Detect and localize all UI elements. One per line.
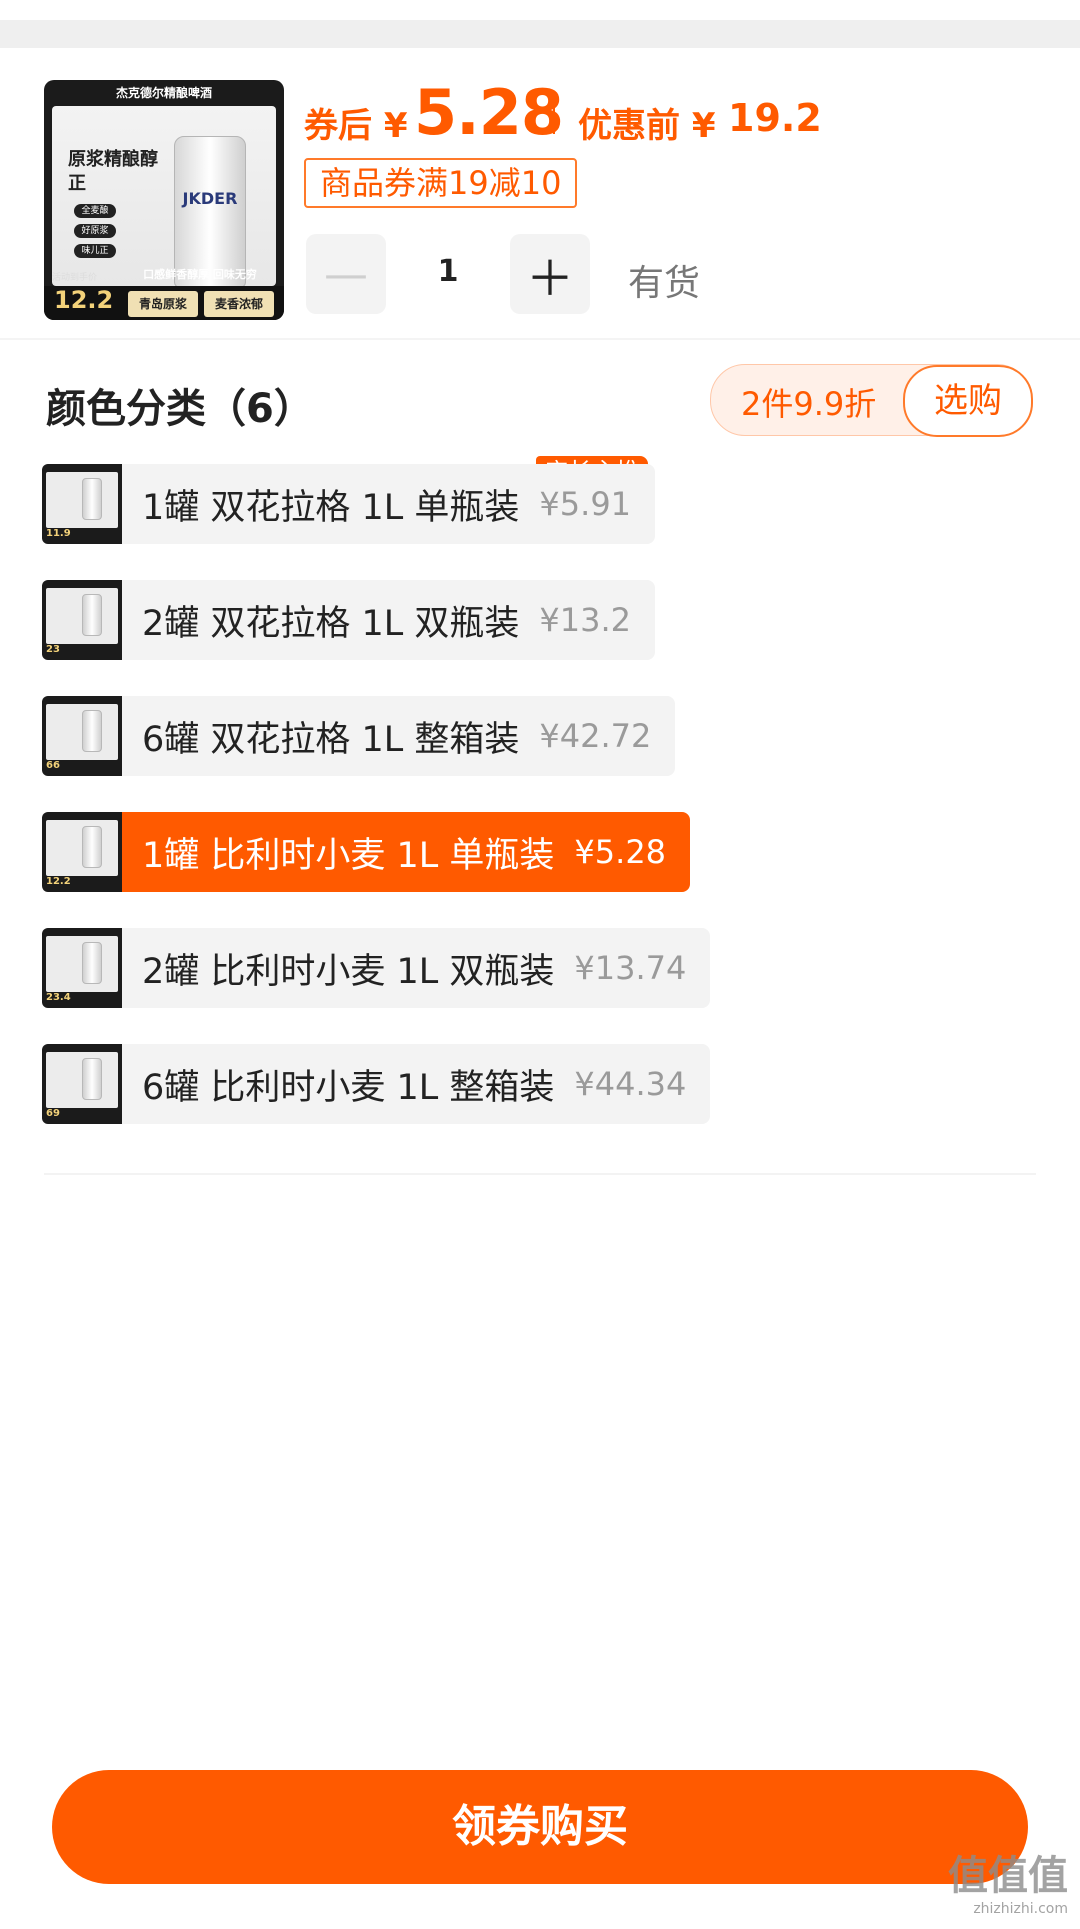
watermark-main: 值值值 [948,1853,1068,1899]
plus-icon: ＋ [525,251,574,307]
option-thumbnail: 11.9 [42,464,122,544]
option-thumb-price: 11.9 [46,528,71,539]
top-bar [0,20,1080,48]
can-label: JKDER [182,189,238,208]
option-item[interactable]: 66 6罐 双花拉格 1L 整箱装 ¥42.72 [42,696,676,776]
option-label: 2罐 双花拉格 1L 双瓶装 [142,603,520,644]
product-thumbnail: 杰克德尔精酿啤酒 原浆精酿醇正 全麦酿 好原浆 味儿正 JKDER 口感鲜香醇厚… [44,80,284,320]
divider-bottom [44,1173,1036,1175]
watermark-sub: zhizhizhi.com [973,1901,1068,1917]
divider [0,338,1080,340]
option-item-selected[interactable]: 12.2 1罐 比利时小麦 1L 单瓶装 ¥5.28 [42,812,691,892]
option-price: ¥5.91 [539,485,632,523]
coupon-tag: 商品券满19减10 [304,158,578,208]
option-thumbnail: 23 [42,580,122,660]
buy-with-coupon-button[interactable]: 领券购买 [52,1770,1028,1884]
thumbnail-tag-right: 麦香浓郁 [204,291,274,317]
option-label: 1罐 比利时小麦 1L 单瓶装 [142,835,555,876]
price-after-label: 券后 ¥ [304,106,408,146]
beer-can-icon [82,942,102,984]
quantity-plus-button[interactable]: ＋ [510,234,590,314]
option-thumb-price: 12.2 [46,876,71,887]
thumbnail-price: 12.2 [54,286,114,314]
price-before-value: 19.2 [728,96,822,140]
beer-can-icon [82,710,102,752]
option-item[interactable]: 23.4 2罐 比利时小麦 1L 双瓶装 ¥13.74 [42,928,711,1008]
thumbnail-slogan: 口感鲜香醇厚 回味无穷 [143,268,257,281]
thumbnail-chip: 好原浆 [74,224,116,238]
beer-can-icon [82,594,102,636]
price-before-label: 优惠前 ¥ [578,106,716,146]
option-price: ¥5.28 [574,833,667,871]
option-price: ¥42.72 [539,717,652,755]
option-label: 6罐 双花拉格 1L 整箱装 [142,719,520,760]
option-item[interactable]: 11.9 1罐 双花拉格 1L 单瓶装 ¥5.91 [42,464,656,544]
option-price: ¥13.74 [574,949,687,987]
option-label: 6罐 比利时小麦 1L 整箱装 [142,1067,555,1108]
quantity-minus-button[interactable]: — [306,234,386,314]
thumbnail-price-label: 活动到手价 [52,273,98,283]
stock-status: 有货 [628,263,701,304]
promo-box: 2件9.9折 选购 [710,364,1033,437]
option-thumbnail: 12.2 [42,812,122,892]
thumbnail-chip: 味儿正 [74,244,116,258]
option-item[interactable]: 23 2罐 双花拉格 1L 双瓶装 ¥13.2 [42,580,656,660]
option-thumbnail: 66 [42,696,122,776]
option-thumbnail: 23.4 [42,928,122,1008]
option-label: 2罐 比利时小麦 1L 双瓶装 [142,951,555,992]
option-thumb-price: 66 [46,760,60,771]
top-strip [0,0,1080,20]
option-item[interactable]: 69 6罐 比利时小麦 1L 整箱装 ¥44.34 [42,1044,711,1124]
promo-text: 2件9.9折 [741,385,877,423]
option-thumb-price: 69 [46,1108,60,1119]
option-price: ¥44.34 [574,1065,687,1103]
option-thumb-price: 23 [46,644,60,655]
beer-can-icon [82,1058,102,1100]
section-title: 颜色分类（6） [46,386,314,432]
thumbnail-chip: 全麦酿 [74,204,116,218]
option-price: ¥13.2 [539,601,632,639]
option-thumbnail: 69 [42,1044,122,1124]
thumbnail-brand: 杰克德尔精酿啤酒 [115,86,212,100]
beer-can-icon [82,826,102,868]
promo-buy-button[interactable]: 选购 [903,365,1033,437]
thumbnail-tag-left: 青岛原浆 [128,291,198,317]
thumbnail-left-text: 原浆精酿醇正 [68,149,158,194]
price-separator [553,104,555,134]
quantity-value: 1 [437,254,459,289]
option-thumb-price: 23.4 [46,992,71,1003]
thumbnail-inner: 原浆精酿醇正 全麦酿 好原浆 味儿正 JKDER [52,106,276,288]
minus-icon: — [324,248,368,300]
price-after-value: 5.28 [414,76,564,149]
option-label: 1罐 双花拉格 1L 单瓶装 [142,487,520,528]
watermark: 值值值 zhizhizhi.com [918,1843,1068,1917]
beer-can-icon [82,478,102,520]
